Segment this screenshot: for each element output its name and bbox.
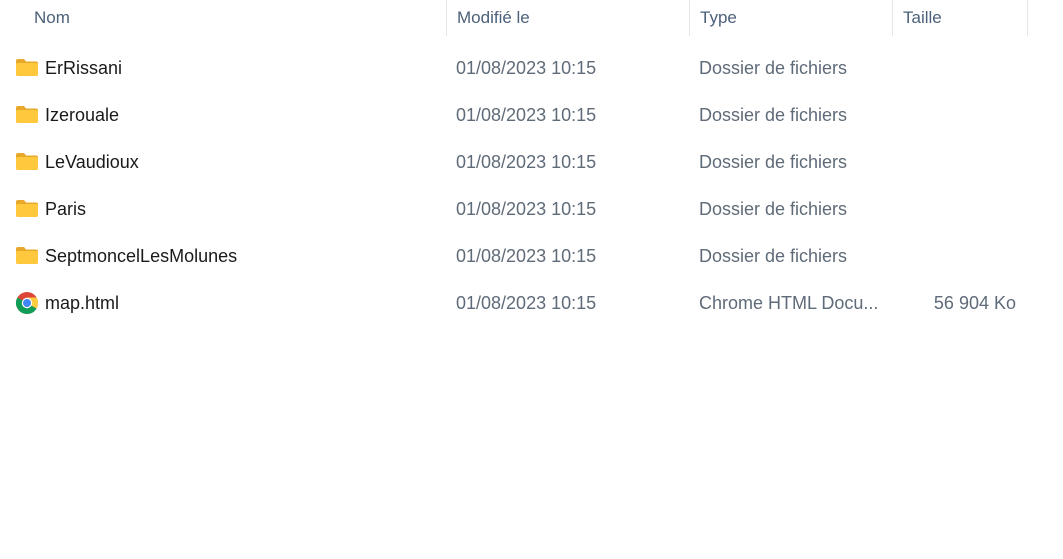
column-header-type[interactable]: Type <box>689 0 892 36</box>
file-row[interactable]: Izerouale 01/08/2023 10:15 Dossier de fi… <box>0 92 1040 139</box>
file-list: ErRissani 01/08/2023 10:15 Dossier de fi… <box>0 45 1063 327</box>
folder-icon <box>15 57 39 79</box>
column-header-name[interactable]: Nom ⌃ <box>24 0 446 36</box>
file-modified: 01/08/2023 10:15 <box>456 105 597 125</box>
file-row[interactable]: Paris 01/08/2023 10:15 Dossier de fichie… <box>0 186 1040 233</box>
file-size <box>900 45 1016 92</box>
file-size <box>900 92 1016 139</box>
file-size <box>900 186 1016 233</box>
column-header-type-label: Type <box>700 8 737 27</box>
file-name: map.html <box>45 293 120 313</box>
column-header-name-label: Nom <box>34 8 70 27</box>
chrome-icon <box>15 292 39 315</box>
file-row[interactable]: SeptmoncelLesMolunes 01/08/2023 10:15 Do… <box>0 233 1040 280</box>
folder-icon <box>15 198 39 220</box>
file-modified: 01/08/2023 10:15 <box>456 58 597 78</box>
file-modified: 01/08/2023 10:15 <box>456 152 597 172</box>
file-type: Dossier de fichiers <box>699 105 848 125</box>
column-header-row: Nom ⌃ Modifié le Type Taille <box>0 0 1063 36</box>
file-row[interactable]: map.html 01/08/2023 10:15 Chrome HTML Do… <box>0 280 1040 327</box>
file-type: Dossier de fichiers <box>699 58 848 78</box>
file-row[interactable]: LeVaudioux 01/08/2023 10:15 Dossier de f… <box>0 139 1040 186</box>
file-name: ErRissani <box>45 58 123 78</box>
column-header-size-label: Taille <box>903 8 942 27</box>
file-name: LeVaudioux <box>45 152 139 172</box>
file-modified: 01/08/2023 10:15 <box>456 246 597 266</box>
file-type: Chrome HTML Docu... <box>699 293 879 313</box>
file-modified: 01/08/2023 10:15 <box>456 293 597 313</box>
folder-icon <box>15 104 39 126</box>
file-size <box>900 233 1016 280</box>
file-size <box>900 139 1016 186</box>
column-header-size[interactable]: Taille <box>892 0 1028 36</box>
folder-icon <box>15 151 39 173</box>
column-header-modified[interactable]: Modifié le <box>446 0 689 36</box>
file-name: Paris <box>45 199 87 219</box>
file-size: 56 904 Ko <box>933 293 1016 313</box>
file-type: Dossier de fichiers <box>699 152 848 172</box>
file-type: Dossier de fichiers <box>699 199 848 219</box>
sort-ascending-icon: ⌃ <box>252 0 262 7</box>
folder-icon <box>15 245 39 267</box>
column-header-modified-label: Modifié le <box>457 8 530 27</box>
file-name: Izerouale <box>45 105 120 125</box>
file-name: SeptmoncelLesMolunes <box>45 246 238 266</box>
file-explorer: Nom ⌃ Modifié le Type Taille ErRissani 0… <box>0 0 1063 559</box>
file-modified: 01/08/2023 10:15 <box>456 199 597 219</box>
file-type: Dossier de fichiers <box>699 246 848 266</box>
file-row[interactable]: ErRissani 01/08/2023 10:15 Dossier de fi… <box>0 45 1040 92</box>
